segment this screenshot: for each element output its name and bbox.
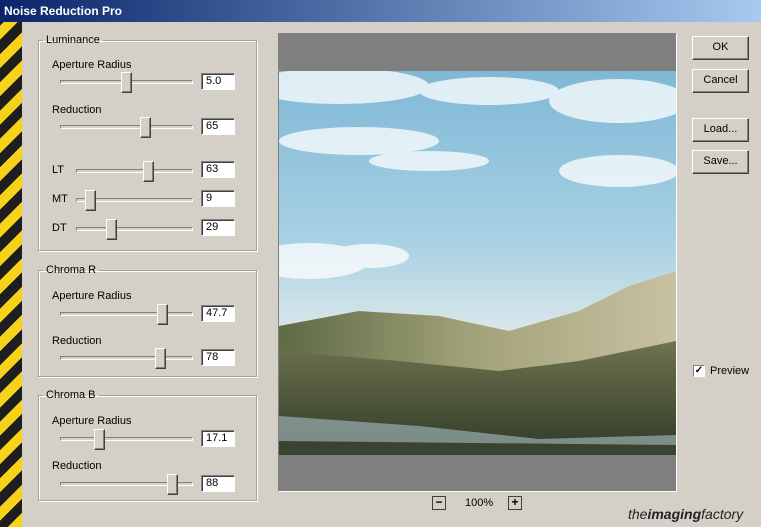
luminance-legend: Luminance: [46, 34, 100, 46]
cb-aperture-label: Aperture Radius: [52, 415, 132, 427]
preview-label[interactable]: Preview: [710, 365, 749, 377]
zoom-level: 100%: [465, 497, 494, 509]
title-bar[interactable]: Noise Reduction Pro: [0, 0, 761, 22]
lt-slider[interactable]: [76, 169, 193, 173]
chroma-r-legend: Chroma R: [46, 264, 97, 276]
mt-field[interactable]: 9: [201, 190, 235, 207]
cr-reduction-thumb[interactable]: [155, 348, 166, 369]
lum-reduction-label: Reduction: [52, 104, 102, 116]
save-button[interactable]: Save...: [692, 150, 749, 174]
lum-aperture-field[interactable]: 5.0: [201, 73, 235, 90]
cb-aperture-slider[interactable]: [60, 437, 193, 441]
cr-aperture-thumb[interactable]: [157, 304, 168, 325]
cb-aperture-field[interactable]: 17.1: [201, 430, 235, 447]
cr-reduction-label: Reduction: [52, 335, 102, 347]
preview-checkbox[interactable]: ✓: [693, 365, 705, 377]
brand-prefix: the: [628, 506, 648, 522]
cb-reduction-field[interactable]: 88: [201, 475, 235, 492]
dt-thumb[interactable]: [106, 219, 117, 240]
cr-aperture-slider[interactable]: [60, 312, 193, 316]
lt-thumb[interactable]: [143, 161, 154, 182]
cb-reduction-label: Reduction: [52, 460, 102, 472]
cr-reduction-slider[interactable]: [60, 356, 193, 360]
brand-bold: imaging: [647, 506, 702, 522]
load-button[interactable]: Load...: [692, 118, 749, 142]
zoom-out-button[interactable]: −: [432, 496, 446, 510]
cr-aperture-field[interactable]: 47.7: [201, 305, 235, 322]
landscape-photo: [279, 71, 676, 455]
dt-field[interactable]: 29: [201, 219, 235, 236]
lt-field[interactable]: 63: [201, 161, 235, 178]
mt-label: MT: [52, 193, 68, 205]
cr-aperture-label: Aperture Radius: [52, 290, 132, 302]
cb-aperture-thumb[interactable]: [94, 429, 105, 450]
window-title: Noise Reduction Pro: [4, 4, 123, 18]
preview-image[interactable]: [279, 71, 676, 455]
lum-aperture-thumb[interactable]: [121, 72, 132, 93]
brand-suffix: factory: [701, 506, 744, 522]
hazard-stripe: [0, 22, 22, 527]
mt-thumb[interactable]: [85, 190, 96, 211]
zoom-in-button[interactable]: +: [508, 496, 522, 510]
brand-logo: theimagingfactory: [628, 506, 743, 522]
cb-reduction-thumb[interactable]: [167, 474, 178, 495]
dt-label: DT: [52, 222, 67, 234]
lum-aperture-label: Aperture Radius: [52, 59, 132, 71]
dt-slider[interactable]: [76, 227, 193, 231]
lum-reduction-field[interactable]: 65: [201, 118, 235, 135]
chroma-b-legend: Chroma B: [46, 389, 96, 401]
ok-button[interactable]: OK: [692, 36, 749, 60]
lum-reduction-slider[interactable]: [60, 125, 193, 129]
lum-reduction-thumb[interactable]: [140, 117, 151, 138]
lt-label: LT: [52, 164, 65, 176]
cr-reduction-field[interactable]: 78: [201, 349, 235, 366]
cancel-button[interactable]: Cancel: [692, 69, 749, 93]
